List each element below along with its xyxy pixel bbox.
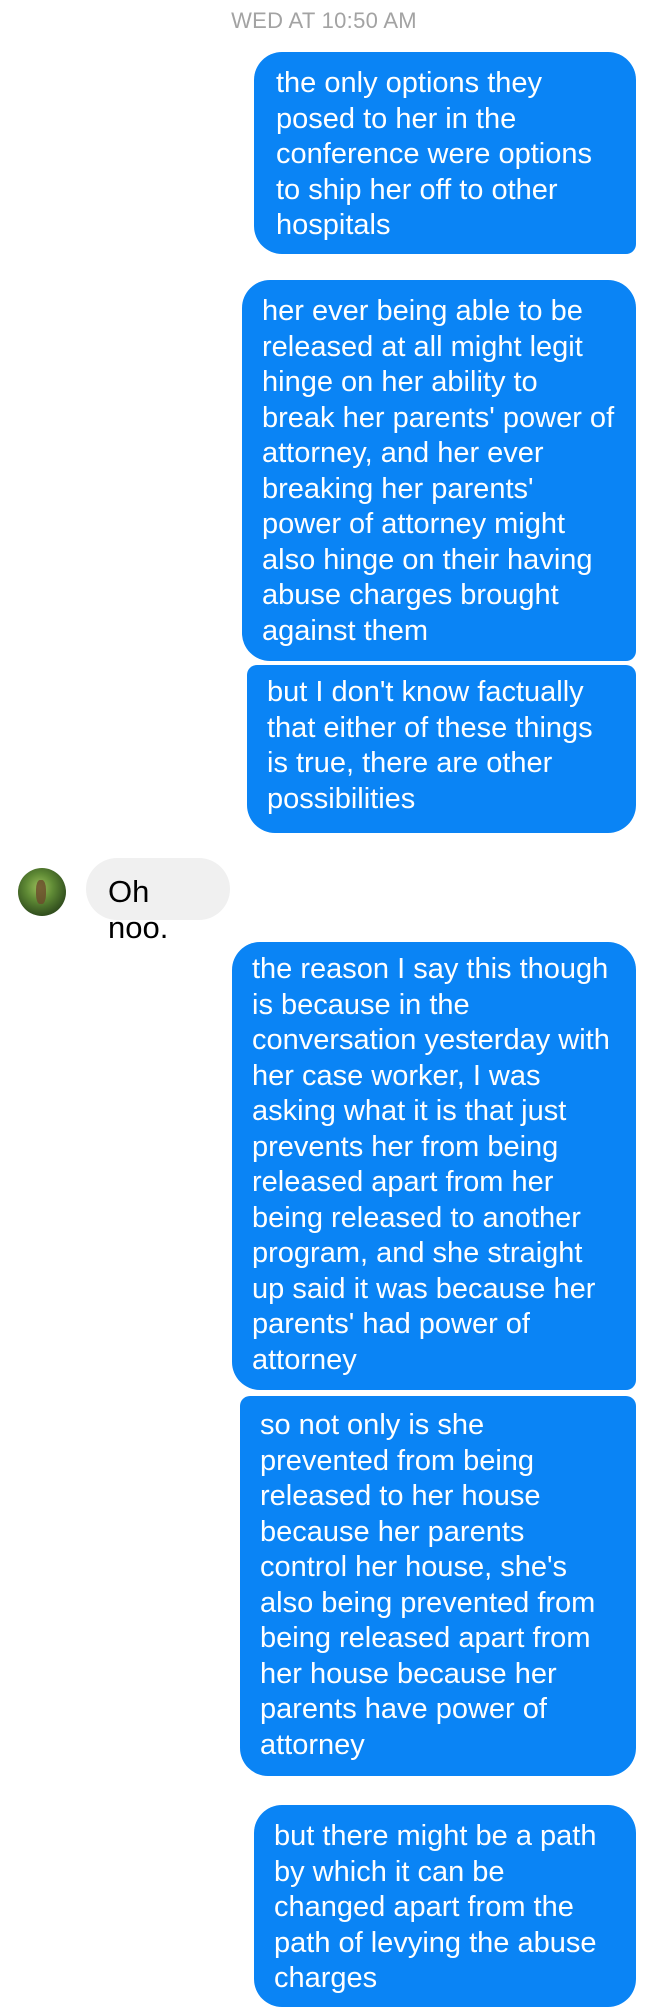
contact-avatar-icon[interactable]: [18, 868, 66, 916]
message-bubble-outgoing[interactable]: but I don't know factually that either o…: [247, 665, 636, 833]
timestamp: WED AT 10:50 AM: [231, 8, 417, 33]
message-bubble-outgoing[interactable]: the only options they posed to her in th…: [254, 52, 636, 254]
message-bubble-outgoing[interactable]: so not only is she prevented from being …: [240, 1396, 636, 1776]
message-bubble-outgoing[interactable]: her ever being able to be released at al…: [242, 280, 636, 661]
message-bubble-outgoing[interactable]: the reason I say this though is because …: [232, 942, 636, 1390]
message-bubble-incoming[interactable]: Oh noo.: [86, 858, 230, 945]
message-bubble-outgoing[interactable]: but there might be a path by which it ca…: [254, 1805, 636, 2007]
